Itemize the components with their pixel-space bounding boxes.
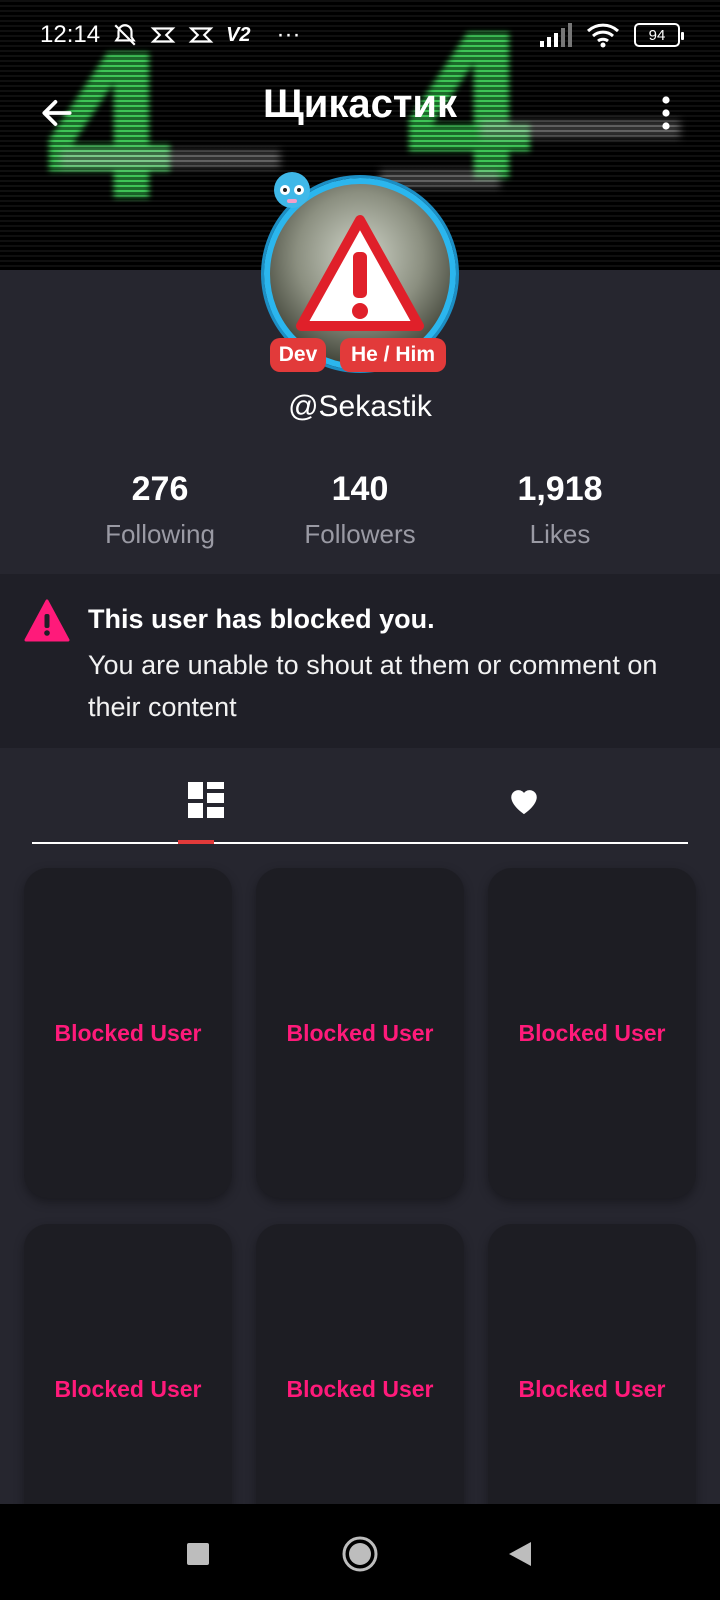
- system-navigation-bar: [0, 1504, 720, 1600]
- more-notifications-dots: ···: [276, 21, 301, 48]
- stat-label: Likes: [529, 519, 591, 549]
- pronoun-tag: He / Him: [340, 338, 446, 372]
- profile-stats: 276 Following 140 Followers 1,918 Likes: [0, 470, 720, 560]
- notice-body: You are unable to shout at them or comme…: [88, 650, 658, 722]
- capcut-icon-2: [188, 27, 214, 43]
- blocked-content-card[interactable]: Blocked User: [256, 868, 464, 1198]
- page-title: Щикастик: [262, 82, 458, 126]
- notice-title: This user has blocked you.: [88, 604, 435, 634]
- content-tabs: [32, 760, 688, 844]
- tab-posts[interactable]: [176, 772, 236, 828]
- stat-label: Following: [105, 519, 215, 549]
- warning-icon: [296, 215, 424, 331]
- profile-username: @Sekastik: [288, 390, 432, 423]
- blocked-content-card[interactable]: Blocked User: [24, 868, 232, 1198]
- vertical-dots-icon: [662, 96, 670, 130]
- triangle-back-icon: [509, 1542, 531, 1566]
- stat-value: 1,918: [517, 470, 603, 508]
- stat-likes[interactable]: 1,918 Likes: [460, 470, 660, 550]
- square-icon: [187, 1543, 209, 1565]
- capcut-icon: [150, 27, 176, 43]
- stat-value: 140: [331, 470, 389, 508]
- wifi-icon: [586, 23, 620, 48]
- avatar-container: Dev He / Him: [260, 168, 460, 372]
- signal-icon: [540, 23, 572, 47]
- recent-apps-button[interactable]: [178, 1534, 218, 1574]
- status-time: 12:14: [40, 21, 101, 48]
- battery-level: 94: [648, 26, 666, 44]
- stat-label: Followers: [304, 519, 416, 549]
- stat-value: 276: [131, 470, 189, 508]
- profile-screen: 4 4 12:14 V2 ···: [0, 0, 720, 1600]
- stat-following[interactable]: 276 Following: [60, 470, 260, 550]
- system-back-button[interactable]: [500, 1534, 540, 1574]
- vpn-label: V2: [226, 23, 251, 46]
- grid-icon: [188, 782, 224, 818]
- muted-bell-icon: [114, 24, 136, 46]
- blocked-content-card[interactable]: Blocked User: [488, 868, 696, 1198]
- more-options-button[interactable]: [648, 88, 684, 138]
- tab-likes[interactable]: [494, 772, 554, 828]
- status-bar: 12:14 V2 ··· 94: [0, 0, 720, 70]
- top-navigation: Щикастик: [0, 78, 720, 148]
- stat-followers[interactable]: 140 Followers: [260, 470, 460, 550]
- robot-badge-icon: [274, 172, 310, 208]
- home-button[interactable]: [340, 1534, 380, 1574]
- heart-icon: [511, 790, 537, 815]
- blocked-notice: This user has blocked you. You are unabl…: [0, 574, 720, 748]
- warning-icon: [24, 599, 70, 642]
- role-tag: Dev: [270, 338, 326, 372]
- circle-icon: [342, 1536, 378, 1572]
- battery-indicator: 94: [634, 23, 684, 47]
- active-tab-indicator: [178, 840, 214, 844]
